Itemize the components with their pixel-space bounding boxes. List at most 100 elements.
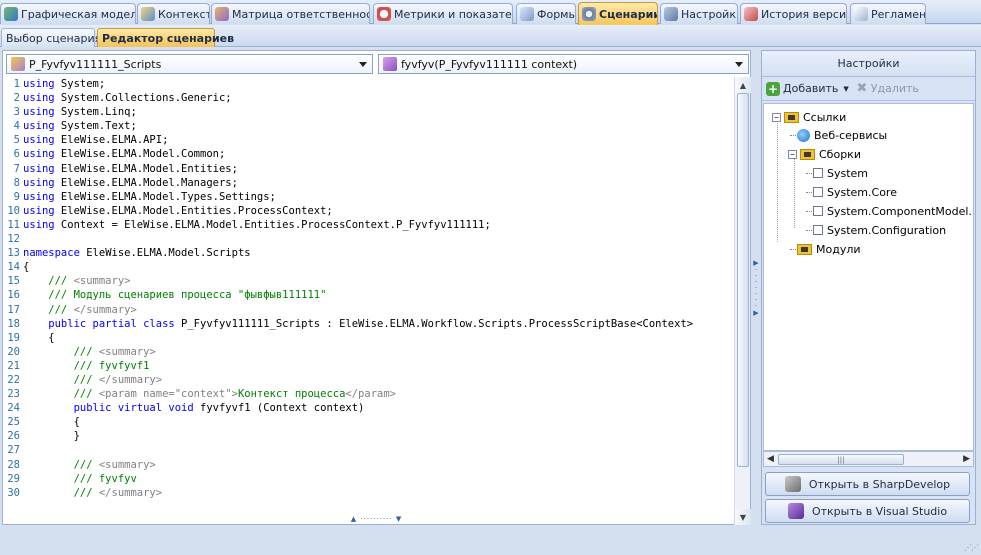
line-number: 27 [7,444,20,457]
code-token: /// [23,373,99,386]
code-line[interactable]: 17 /// </summary> [3,303,734,317]
dropdown-arrow-icon[interactable]: ▼ [843,85,848,93]
code-line[interactable]: 30 /// </summary> [3,486,734,500]
code-line[interactable]: 24 public virtual void fyvfyvf1 (Context… [3,401,734,415]
code-line[interactable]: 13 namespace EleWise.ELMA.Model.Scripts [3,246,734,260]
tab-version-history[interactable]: История версий [740,3,847,24]
delete-button[interactable]: ✖ Удалить [855,81,919,96]
delete-button-label: Удалить [870,82,919,95]
open-in-sharpdevelop-button[interactable]: Открыть в SharpDevelop [765,472,970,496]
tab-scripts[interactable]: Сценарии [578,2,658,25]
code-token: using [23,134,55,147]
code-line[interactable]: 6 using EleWise.ELMA.Model.Common; [3,147,734,161]
code-token: using [23,78,55,90]
code-token: <summary> [98,345,156,358]
code-line[interactable]: 2 using System.Collections.Generic; [3,91,734,105]
subtab-script-editor[interactable]: Редактор сценариев [97,28,234,47]
code-line[interactable]: 22 /// </summary> [3,373,734,387]
splitter-dots-icon: · · · · · · · [754,265,758,310]
code-line[interactable]: 20 /// <summary> [3,345,734,359]
scroll-up-arrow-icon[interactable]: ▲ [735,77,751,93]
add-button[interactable]: + Добавить ▼ [766,81,849,96]
tab-metrics[interactable]: Метрики и показатели [373,3,513,24]
line-number: 11 [7,218,20,231]
chevron-down-icon[interactable] [735,62,743,67]
code-line[interactable]: 25 { [3,415,734,429]
tab-responsibility-matrix[interactable]: Матрица ответственности [211,3,370,24]
tree-node-modules[interactable]: Модули [790,240,861,258]
code-line[interactable]: 26 } [3,429,734,443]
code-line[interactable]: 3 using System.Linq; [3,105,734,119]
settings-icon [664,7,678,21]
tree-node-links[interactable]: − Ссылки [772,108,846,126]
subtab-script-selection[interactable]: Выбор сценария [1,28,101,47]
code-text: /// </summary> [23,373,163,387]
code-text: /// <summary> [23,458,156,472]
scroll-thumb[interactable] [737,93,749,467]
code-token: using [23,218,55,231]
tree-horizontal-scrollbar[interactable]: ◀ ||| ▶ [763,451,974,467]
code-line[interactable]: 14{ [3,260,734,274]
code-line[interactable]: 10 using EleWise.ELMA.Model.Entities.Proc… [3,204,734,218]
tab-settings[interactable]: Настройки [660,3,738,24]
code-text: /// fyvfyvf1 [23,359,150,373]
line-number: 5 [13,134,20,147]
code-editor[interactable]: 1 using System; 2 using System.Collections.… [3,77,734,525]
resize-grip-icon[interactable]: ⋰⋰ [964,543,979,552]
code-line[interactable]: 28 /// <summary> [3,458,734,472]
code-line[interactable]: 11 using Context = EleWise.ELMA.Model.Ent… [3,218,734,232]
code-line[interactable]: 4 using System.Text; [3,119,734,133]
code-line[interactable]: 5 using EleWise.ELMA.API; [3,133,734,147]
tree-node-label: System.ComponentModel.D [827,204,974,218]
tab-forms[interactable]: Формы [516,3,576,24]
code-token: <summary> [98,458,156,471]
tab-regulation[interactable]: Регламент [850,3,926,24]
code-line[interactable]: 1 using System; [3,77,734,91]
scroll-left-arrow-icon[interactable]: ◀ [767,454,774,464]
class-select[interactable]: P_Fyvfyv111111_Scripts [6,54,373,74]
collapse-icon[interactable]: − [788,149,797,159]
tree-connector [806,210,812,212]
chevron-down-icon[interactable] [359,62,367,67]
code-text: using EleWise.ELMA.API; [23,133,168,147]
scroll-right-arrow-icon[interactable]: ▶ [963,454,970,464]
code-line[interactable]: 27 [3,443,734,457]
open-in-visual-studio-button[interactable]: Открыть в Visual Studio [765,499,970,523]
scroll-thumb[interactable]: ||| [778,454,904,465]
tab-context[interactable]: Контекст [137,3,210,24]
method-select[interactable]: fyvfyv(P_Fyvfyv111111 context) [378,54,749,74]
code-text: /// Модуль сценариев процесса "фывфыв111… [23,288,326,302]
code-line[interactable]: 18 public partial class P_Fyvfyv111111_S… [3,317,734,331]
references-tree[interactable]: − Ссылки Веб-сервисы − Сборки System Sys… [763,103,974,451]
tree-node-assembly[interactable]: System.Core [806,183,897,201]
assembly-icon [813,187,823,197]
tab-graphic-model[interactable]: Графическая модель [0,3,136,24]
code-line[interactable]: 29 /// fyvfyv [3,472,734,486]
code-text: using System; [23,77,105,91]
code-token: /// [23,345,99,358]
code-line[interactable]: 15 /// <summary> [3,274,734,288]
tree-node-assembly[interactable]: System.Configuration [806,221,946,239]
line-number: 2 [13,92,20,105]
collapse-icon[interactable]: − [772,112,781,122]
code-line[interactable]: 23 /// <param name="context">Контекст пр… [3,387,734,401]
code-line[interactable]: 21 /// fyvfyvf1 [3,359,734,373]
code-line[interactable]: 8 using EleWise.ELMA.Model.Managers; [3,176,734,190]
code-text: /// <summary> [23,274,130,288]
code-line[interactable]: 7 using EleWise.ELMA.Model.Entities; [3,162,734,176]
tree-node-assembly[interactable]: System.ComponentModel.D [806,202,974,220]
code-token: fyvfyvf1 (Context context) [193,402,365,415]
tree-node-assemblies[interactable]: − Сборки [788,145,861,163]
method-select-value: fyvfyv(P_Fyvfyv111111 context) [401,57,578,71]
code-line[interactable]: 16 /// Модуль сценариев процесса "фывфыв… [3,288,734,302]
panel-splitter[interactable]: ▶ · · · · · · · ▶ [752,50,760,525]
code-line[interactable]: 19 { [3,331,734,345]
code-line[interactable]: 12 [3,232,734,246]
sharpdevelop-icon [784,476,801,492]
editor-resize-grip[interactable]: ▲ ·········· ▼ [4,514,749,523]
code-vertical-scrollbar[interactable]: ▲ ▼ [734,77,751,525]
tree-node-web-services[interactable]: Веб-сервисы [790,126,887,144]
version-history-icon [744,7,758,21]
tree-node-assembly[interactable]: System [806,164,868,182]
code-line[interactable]: 9 using EleWise.ELMA.Model.Types.Settings… [3,190,734,204]
